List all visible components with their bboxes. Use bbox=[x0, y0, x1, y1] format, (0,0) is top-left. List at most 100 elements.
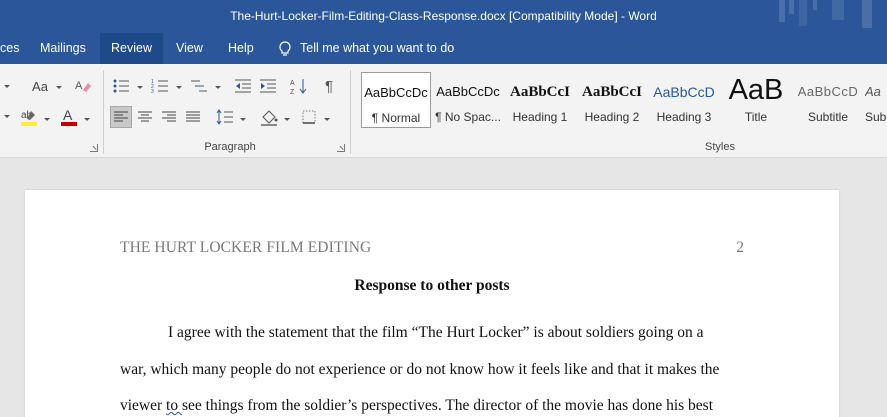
svg-text:3: 3 bbox=[151, 89, 154, 94]
tab-view[interactable]: View bbox=[165, 33, 214, 64]
bullets-icon bbox=[113, 79, 129, 93]
style-name: Subtitle bbox=[807, 110, 849, 124]
text-effects-dropdown[interactable] bbox=[0, 106, 14, 126]
chevron-down-icon bbox=[284, 118, 290, 121]
line-spacing-button[interactable] bbox=[214, 106, 236, 128]
tell-me-search[interactable]: Tell me what you want to do bbox=[278, 33, 454, 64]
align-center-icon bbox=[138, 111, 152, 122]
style-heading-3[interactable]: AaBbCcD Heading 3 bbox=[649, 72, 719, 128]
style-name: Heading 1 bbox=[512, 110, 568, 124]
style-heading-1[interactable]: AaBbCcI Heading 1 bbox=[505, 72, 575, 128]
chevron-down-icon bbox=[215, 86, 221, 89]
svg-text:A: A bbox=[63, 107, 73, 123]
chevron-down-icon bbox=[176, 86, 182, 89]
align-left-icon bbox=[114, 111, 128, 122]
document-page[interactable]: THE HURT LOCKER FILM EDITING 2 Response … bbox=[25, 190, 839, 417]
svg-text:A: A bbox=[290, 80, 295, 87]
highlighter-icon: ab bbox=[21, 110, 37, 126]
borders-icon bbox=[302, 110, 316, 124]
align-right-button[interactable] bbox=[158, 106, 180, 128]
style-subtitle[interactable]: AaBbCcD Subtitle bbox=[793, 72, 863, 128]
highlight-color-button[interactable]: ab bbox=[18, 106, 40, 128]
clear-formatting-button[interactable]: A bbox=[72, 76, 94, 96]
line-3-prefix: viewer bbox=[120, 397, 167, 414]
style-no-spacing[interactable]: AaBbCcDc ¶ No Spac... bbox=[433, 72, 503, 128]
group-separator bbox=[350, 70, 351, 154]
style-name: Heading 2 bbox=[584, 110, 640, 124]
align-right-icon bbox=[162, 111, 176, 122]
paint-bucket-icon bbox=[261, 110, 278, 126]
align-left-button[interactable] bbox=[110, 106, 132, 128]
borders-button[interactable] bbox=[298, 106, 320, 128]
justify-icon bbox=[186, 111, 200, 122]
style-preview: AaBbCcDc bbox=[364, 85, 428, 100]
increase-indent-button[interactable] bbox=[257, 76, 279, 96]
font-size-dropdown[interactable] bbox=[0, 76, 16, 96]
font-dialog-launcher[interactable] bbox=[90, 144, 98, 152]
style-name: Sub bbox=[865, 110, 887, 124]
numbering-button[interactable]: 1 2 3 bbox=[149, 76, 171, 96]
style-normal[interactable]: AaBbCcDc ¶ Normal bbox=[361, 72, 431, 128]
tab-review[interactable]: Review bbox=[100, 33, 163, 64]
title-bar-decoration bbox=[779, 0, 872, 28]
page-number: 2 bbox=[736, 239, 744, 256]
font-color-button[interactable]: A bbox=[58, 106, 80, 128]
style-preview: AaBbCcD bbox=[653, 84, 715, 100]
font-color-icon: A bbox=[61, 107, 77, 126]
styles-group-label: Styles bbox=[705, 141, 735, 153]
chevron-down-icon bbox=[4, 85, 10, 88]
style-preview: AaB bbox=[728, 74, 784, 106]
paragraph-dialog-launcher[interactable] bbox=[337, 144, 345, 152]
style-title[interactable]: AaB Title bbox=[721, 72, 791, 128]
tab-help[interactable]: Help bbox=[217, 33, 265, 64]
chevron-down-icon bbox=[324, 118, 330, 121]
change-case-label: Aa bbox=[32, 78, 48, 94]
tab-references[interactable]: ces bbox=[0, 33, 30, 64]
style-preview: AaBbCcDc bbox=[436, 84, 500, 99]
tell-me-label: Tell me what you want to do bbox=[300, 41, 455, 55]
svg-text:A: A bbox=[75, 80, 83, 92]
body-line-1: I agree with the statement that the film… bbox=[168, 324, 704, 341]
sort-icon: A Z bbox=[290, 79, 307, 95]
chevron-down-icon bbox=[4, 115, 10, 118]
style-name: ¶ No Spac... bbox=[435, 110, 501, 124]
window-title: The-Hurt-Locker-Film-Editing-Class-Respo… bbox=[230, 9, 657, 23]
style-name: ¶ Normal bbox=[371, 111, 421, 125]
grammar-squiggle[interactable]: to bbox=[166, 397, 182, 414]
style-name: Heading 3 bbox=[656, 110, 712, 124]
multilevel-list-button[interactable] bbox=[188, 76, 210, 96]
body-line-2: war, which many people do not experience… bbox=[120, 361, 720, 378]
style-name: Title bbox=[744, 110, 768, 124]
sort-button[interactable]: A Z bbox=[288, 76, 310, 96]
svg-text:Z: Z bbox=[290, 89, 295, 95]
line-3-rest: see things from the soldier’s perspectiv… bbox=[181, 397, 714, 414]
style-preview: AaBbCcI bbox=[509, 84, 570, 100]
chevron-down-icon bbox=[240, 118, 246, 121]
chevron-down-icon bbox=[137, 86, 143, 89]
body-line-3: viewer to see things from the soldier’s … bbox=[120, 397, 744, 415]
style-subtle-emphasis[interactable]: Aa Sub bbox=[865, 72, 887, 128]
numbered-list-icon: 1 2 3 bbox=[151, 79, 168, 94]
tab-mailings[interactable]: Mailings bbox=[29, 33, 97, 64]
show-formatting-button[interactable]: ¶ bbox=[318, 76, 340, 96]
title-bar: The-Hurt-Locker-Film-Editing-Class-Respo… bbox=[0, 0, 887, 33]
pilcrow-icon: ¶ bbox=[324, 77, 334, 95]
multilevel-list-icon bbox=[191, 80, 207, 92]
chevron-down-icon bbox=[56, 86, 62, 89]
decrease-indent-button[interactable] bbox=[232, 76, 254, 96]
shading-button[interactable] bbox=[258, 106, 280, 128]
style-preview: AaBbCcI bbox=[581, 84, 642, 100]
change-case-button[interactable]: Aa bbox=[26, 76, 54, 96]
chevron-down-icon bbox=[44, 118, 50, 121]
lightbulb-icon bbox=[279, 40, 291, 56]
justify-button[interactable] bbox=[182, 106, 204, 128]
chevron-down-icon bbox=[84, 118, 90, 121]
style-heading-2[interactable]: AaBbCcI Heading 2 bbox=[577, 72, 647, 128]
style-preview: Aa bbox=[865, 84, 881, 99]
running-head: THE HURT LOCKER FILM EDITING bbox=[120, 239, 372, 256]
style-preview: AaBbCcD bbox=[797, 84, 859, 99]
line-spacing-icon bbox=[216, 109, 233, 125]
align-center-button[interactable] bbox=[134, 106, 156, 128]
bullets-button[interactable] bbox=[110, 76, 132, 96]
eraser-icon: A bbox=[75, 80, 91, 92]
